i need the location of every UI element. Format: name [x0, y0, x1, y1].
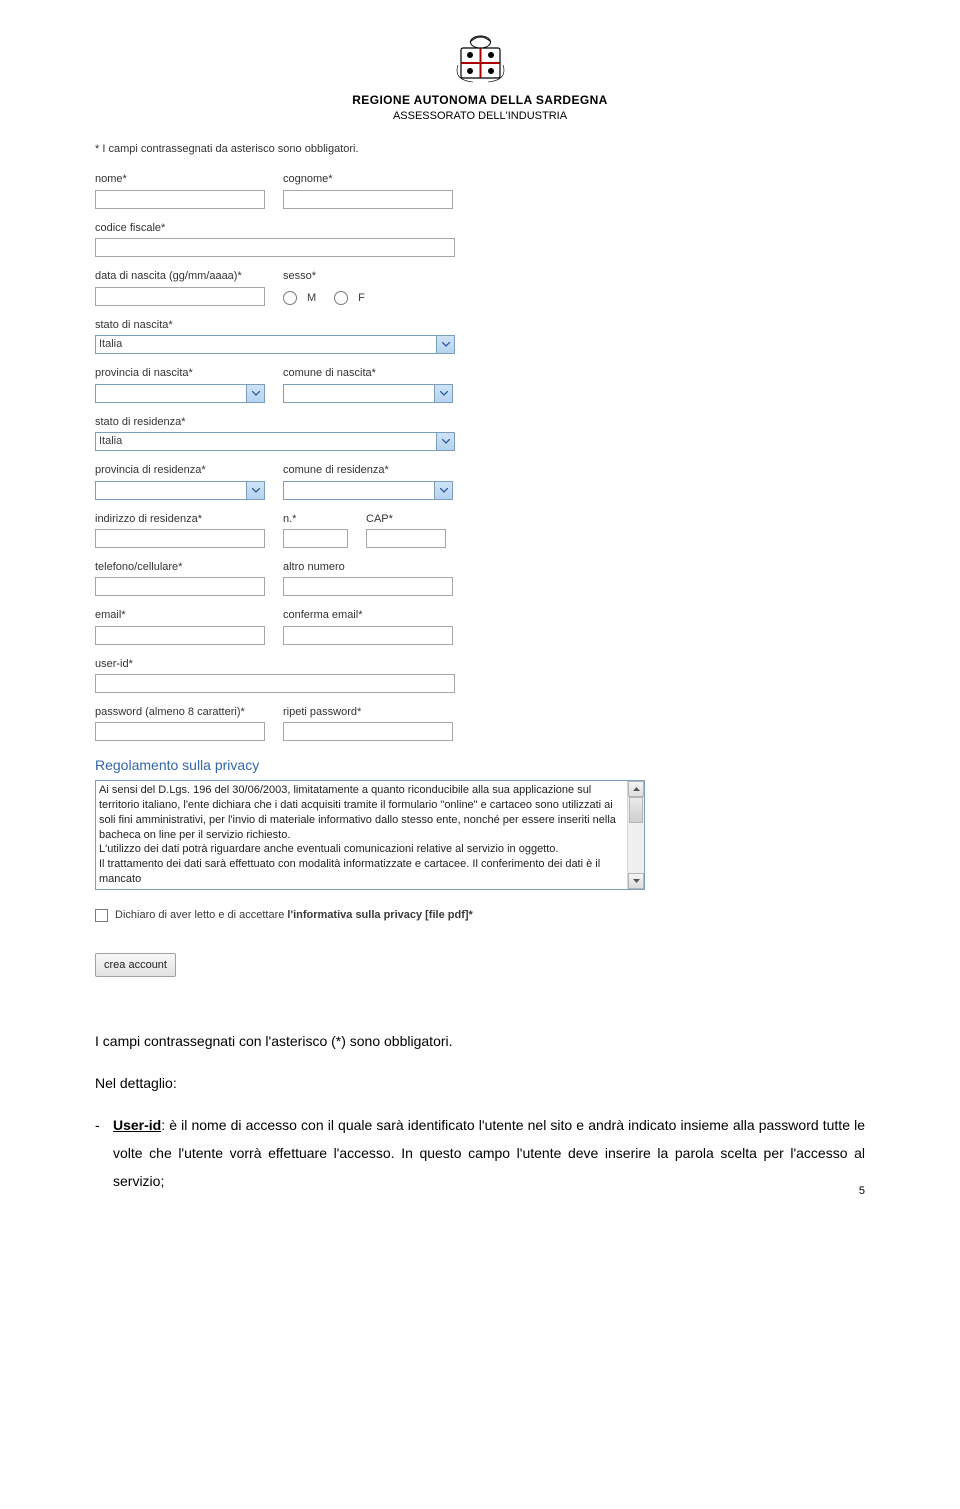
select-provincia-nascita[interactable] [95, 384, 265, 403]
body-list-item-userid: - User-id: è il nome di accesso con il q… [95, 1111, 865, 1195]
scroll-down-icon[interactable] [628, 873, 644, 889]
scrollbar[interactable] [627, 781, 644, 889]
select-stato-nascita[interactable]: Italia [95, 335, 455, 354]
label-codice-fiscale: codice fiscale* [95, 221, 455, 236]
privacy-heading: Regolamento sulla privacy [95, 756, 640, 776]
input-altro-numero[interactable] [283, 577, 453, 596]
input-nome[interactable] [95, 190, 265, 209]
checkbox-privacy[interactable] [95, 909, 108, 922]
label-provincia-residenza: provincia di residenza* [95, 463, 265, 478]
document-header: REGIONE AUTONOMA DELLA SARDEGNA ASSESSOR… [95, 30, 865, 122]
label-sesso: sesso* [283, 269, 365, 284]
privacy-textbox[interactable]: Ai sensi del D.Lgs. 196 del 30/06/2003, … [95, 780, 645, 890]
select-stato-nascita-value: Italia [99, 337, 122, 352]
chevron-down-icon [436, 336, 454, 353]
input-conferma-email[interactable] [283, 626, 453, 645]
label-user-id: user-id* [95, 657, 455, 672]
input-email[interactable] [95, 626, 265, 645]
label-cap: CAP* [366, 512, 446, 527]
crest-icon [453, 30, 508, 85]
document-body-text: I campi contrassegnati con l'asterisco (… [95, 1027, 865, 1195]
scroll-up-icon[interactable] [628, 781, 644, 797]
input-indirizzo-residenza[interactable] [95, 529, 265, 548]
label-nome: nome* [95, 172, 265, 187]
radio-label-f: F [358, 291, 365, 306]
chevron-down-icon [436, 433, 454, 450]
label-numero-civico: n.* [283, 512, 348, 527]
region-subtitle: ASSESSORATO DELL'INDUSTRIA [95, 110, 865, 122]
bullet-dash: - [95, 1111, 113, 1195]
input-data-nascita[interactable] [95, 287, 265, 306]
radio-sesso-f[interactable] [334, 291, 348, 305]
page-number: 5 [859, 1185, 865, 1197]
body-detail-heading: Nel dettaglio: [95, 1069, 865, 1097]
input-ripeti-password[interactable] [283, 722, 453, 741]
input-password[interactable] [95, 722, 265, 741]
input-codice-fiscale[interactable] [95, 238, 455, 257]
input-user-id[interactable] [95, 674, 455, 693]
chevron-down-icon [246, 482, 264, 499]
select-stato-residenza[interactable]: Italia [95, 432, 455, 451]
label-comune-residenza: comune di residenza* [283, 463, 453, 478]
required-hint: * I campi contrassegnati da asterisco so… [95, 142, 640, 157]
chevron-down-icon [434, 385, 452, 402]
label-conferma-email: conferma email* [283, 608, 453, 623]
label-comune-nascita: comune di nascita* [283, 366, 453, 381]
label-telefono: telefono/cellulare* [95, 560, 265, 575]
label-indirizzo-residenza: indirizzo di residenza* [95, 512, 265, 527]
label-ripeti-password: ripeti password* [283, 705, 453, 720]
radio-label-m: M [307, 291, 316, 306]
label-stato-nascita: stato di nascita* [95, 318, 455, 333]
input-cognome[interactable] [283, 190, 453, 209]
label-password: password (almeno 8 caratteri)* [95, 705, 265, 720]
select-comune-nascita[interactable] [283, 384, 453, 403]
region-title: REGIONE AUTONOMA DELLA SARDEGNA [95, 93, 865, 107]
label-altro-numero: altro numero [283, 560, 453, 575]
radio-sesso-m[interactable] [283, 291, 297, 305]
input-numero-civico[interactable] [283, 529, 348, 548]
checkbox-privacy-label: Dichiaro di aver letto e di accettare l'… [115, 908, 473, 923]
scroll-thumb[interactable] [629, 797, 643, 823]
create-account-button[interactable]: crea account [95, 953, 176, 977]
select-stato-residenza-value: Italia [99, 434, 122, 449]
input-telefono[interactable] [95, 577, 265, 596]
label-stato-residenza: stato di residenza* [95, 415, 455, 430]
label-provincia-nascita: provincia di nascita* [95, 366, 265, 381]
registration-form: * I campi contrassegnati da asterisco so… [95, 142, 640, 977]
body-intro: I campi contrassegnati con l'asterisco (… [95, 1027, 865, 1055]
label-data-nascita: data di nascita (gg/mm/aaaa)* [95, 269, 265, 284]
select-provincia-residenza[interactable] [95, 481, 265, 500]
chevron-down-icon [434, 482, 452, 499]
label-email: email* [95, 608, 265, 623]
privacy-text: Ai sensi del D.Lgs. 196 del 30/06/2003, … [99, 783, 626, 887]
select-comune-residenza[interactable] [283, 481, 453, 500]
label-cognome: cognome* [283, 172, 453, 187]
chevron-down-icon [246, 385, 264, 402]
input-cap[interactable] [366, 529, 446, 548]
